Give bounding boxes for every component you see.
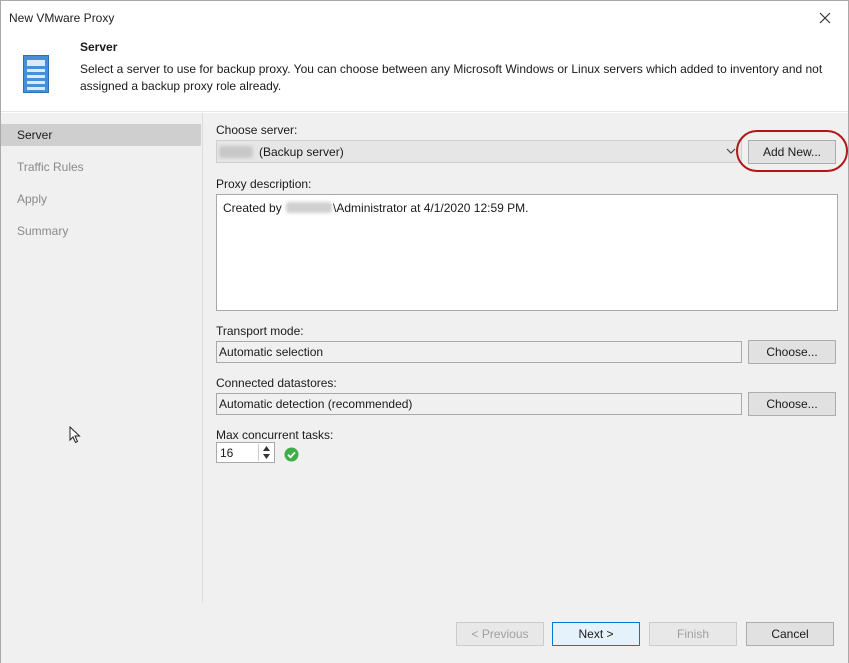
checkmark-ok-icon bbox=[284, 447, 299, 462]
connected-datastores-label: Connected datastores: bbox=[216, 376, 337, 390]
transport-mode-choose-button[interactable]: Choose... bbox=[748, 340, 836, 364]
server-icon bbox=[23, 55, 49, 93]
close-button[interactable] bbox=[808, 5, 842, 31]
wizard-steps: Server Traffic Rules Apply Summary bbox=[1, 113, 203, 603]
redacted-domain bbox=[286, 202, 333, 213]
transport-mode-value: Automatic selection bbox=[219, 345, 324, 359]
proxy-description-input[interactable]: Created by \Administrator at 4/1/2020 12… bbox=[216, 194, 838, 311]
max-concurrent-tasks-stepper[interactable]: 16 bbox=[216, 442, 275, 463]
mouse-cursor-icon bbox=[69, 426, 81, 444]
add-new-button[interactable]: Add New... bbox=[748, 140, 836, 164]
proxy-description-label: Proxy description: bbox=[216, 177, 312, 191]
stepper-up-button[interactable] bbox=[259, 444, 273, 452]
choose-server-value: (Backup server) bbox=[259, 145, 344, 159]
window-title: New VMware Proxy bbox=[9, 11, 115, 25]
close-icon bbox=[819, 12, 831, 24]
connected-datastores-field: Automatic detection (recommended) bbox=[216, 393, 742, 415]
title-bar: New VMware Proxy bbox=[1, 1, 848, 34]
new-vmware-proxy-dialog: New VMware Proxy Server Select a server … bbox=[0, 0, 849, 663]
header-description: Select a server to use for backup proxy.… bbox=[80, 62, 823, 93]
finish-button[interactable]: Finish bbox=[649, 622, 737, 646]
step-apply[interactable]: Apply bbox=[1, 188, 201, 210]
footer-separator bbox=[203, 603, 848, 604]
header-title: Server bbox=[80, 40, 118, 54]
wizard-body: Server Traffic Rules Apply Summary Choos… bbox=[1, 113, 848, 663]
proxy-description-suffix: \Administrator at 4/1/2020 12:59 PM. bbox=[333, 201, 529, 215]
connected-datastores-value: Automatic detection (recommended) bbox=[219, 397, 413, 411]
max-concurrent-tasks-value: 16 bbox=[220, 446, 234, 460]
wizard-header: Server Select a server to use for backup… bbox=[1, 34, 848, 112]
caret-up-icon bbox=[262, 445, 270, 451]
proxy-description-prefix: Created by bbox=[223, 201, 282, 215]
step-traffic-rules[interactable]: Traffic Rules bbox=[1, 156, 201, 178]
connected-datastores-choose-button[interactable]: Choose... bbox=[748, 392, 836, 416]
step-server[interactable]: Server bbox=[1, 124, 201, 146]
choose-server-label: Choose server: bbox=[216, 123, 298, 137]
choose-server-dropdown[interactable]: (Backup server) bbox=[216, 140, 742, 163]
max-concurrent-tasks-label: Max concurrent tasks: bbox=[216, 428, 334, 442]
cancel-button[interactable]: Cancel bbox=[746, 622, 834, 646]
transport-mode-label: Transport mode: bbox=[216, 324, 304, 338]
proxy-description-text: Created by \Administrator at 4/1/2020 12… bbox=[223, 201, 529, 215]
next-button[interactable]: Next > bbox=[552, 622, 640, 646]
caret-down-icon bbox=[262, 453, 270, 459]
stepper-spin-buttons bbox=[258, 444, 273, 461]
redacted-server-name bbox=[219, 146, 253, 158]
stepper-down-button[interactable] bbox=[259, 452, 273, 460]
chevron-down-icon bbox=[726, 148, 736, 154]
step-summary[interactable]: Summary bbox=[1, 220, 201, 242]
previous-button[interactable]: < Previous bbox=[456, 622, 544, 646]
transport-mode-field: Automatic selection bbox=[216, 341, 742, 363]
